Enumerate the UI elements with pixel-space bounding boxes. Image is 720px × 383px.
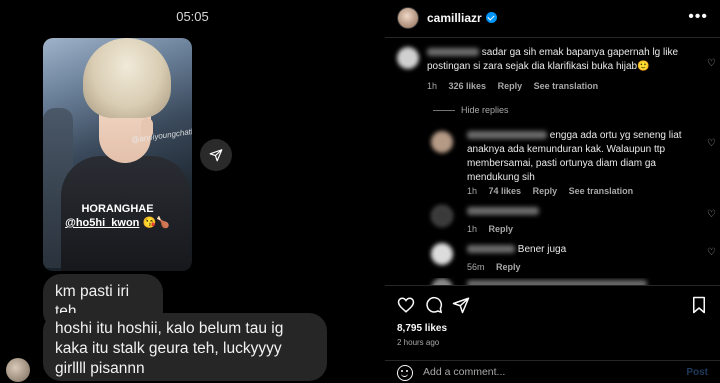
like-comment-heart-icon[interactable]: ♡ [707,209,716,220]
post-comment-button[interactable]: Post [686,367,708,378]
bookmark-icon[interactable] [690,296,708,314]
blurred-username[interactable] [467,131,547,140]
comment-item: sadar ga sih emak bapanya gapernah lg li… [385,44,720,96]
comment-meta: 1h 326 likes Reply See translation [427,81,607,91]
comment-meta: 56m Reply [467,262,530,272]
see-translation-button[interactable]: See translation [569,186,634,196]
add-comment-bar: Post [385,360,720,383]
comment-time: 56m [467,262,485,272]
comment-text [467,205,697,219]
commenter-avatar[interactable] [431,205,453,227]
comment-time: 1h [427,81,438,91]
post-username[interactable]: camilliazr [427,11,497,25]
send-icon [209,149,223,162]
hide-replies-button[interactable]: Hide replies [433,105,509,115]
comment-meta: 1h Reply [467,224,522,234]
avatar[interactable] [397,7,419,29]
comment-text: engga ada ortu yg seneng liat anaknya ad… [467,129,697,185]
reply-button[interactable]: Reply [533,186,558,196]
like-comment-heart-icon[interactable]: ♡ [707,247,716,258]
story-caption-emoji: 😘🍗 [142,217,170,229]
comment-body: Bener juga [517,244,567,255]
chat-panel: 05:05 @anniyoungchatlo HORANGHAE @ho5hi_… [0,0,385,383]
commenter-avatar[interactable] [431,243,453,265]
comment-item: engga ada ortu yg seneng liat anaknya ad… [385,128,720,200]
like-comment-heart-icon[interactable]: ♡ [707,138,716,149]
comment-meta: 1h 74 likes Reply See translation [467,186,642,196]
heart-icon[interactable] [397,296,415,314]
comment-likes[interactable]: 326 likes [449,81,487,91]
add-comment-input[interactable] [423,366,663,378]
reply-button[interactable]: Reply [489,224,514,234]
blurred-username[interactable] [427,48,479,57]
commenter-avatar[interactable] [397,47,419,69]
post-action-bar [385,285,720,325]
reply-button[interactable]: Reply [498,81,523,91]
share-button[interactable] [200,139,232,171]
story-person-hair [83,38,171,118]
instagram-post-panel: camilliazr ••• sadar ga sih emak bapanya… [385,0,720,383]
story-caption-title: HORANGHAE [81,203,154,215]
likes-count[interactable]: 8,795 likes [397,323,447,334]
story-caption-handle[interactable]: @ho5hi_kwon [65,217,139,229]
comment-likes[interactable]: 74 likes [489,186,522,196]
comment-time: 1h [467,224,478,234]
comment-text: Bener juga [467,243,697,257]
more-options-icon[interactable]: ••• [688,8,708,26]
post-timestamp: 2 hours ago [397,338,440,347]
story-caption-handle-line: @ho5hi_kwon 😘🍗 [43,216,192,229]
username-text[interactable]: camilliazr [427,11,482,25]
shared-story-card[interactable]: @anniyoungchatlo HORANGHAE @ho5hi_kwon 😘… [43,38,192,271]
comment-icon[interactable] [425,296,443,314]
see-translation-button[interactable]: See translation [534,81,599,91]
like-comment-heart-icon[interactable]: ♡ [707,58,716,69]
comment-time: 1h [467,186,478,196]
comment-item: 1h Reply ♡ [385,203,720,237]
send-icon[interactable] [452,296,470,314]
status-time: 05:05 [176,9,209,24]
emoji-icon[interactable] [397,365,413,381]
comment-item: Bener juga 56m Reply ♡ [385,241,720,275]
commenter-avatar[interactable] [431,131,453,153]
message-bubble: hoshi itu hoshii, kalo belum tau ig kaka… [43,313,327,381]
sender-avatar[interactable] [6,358,30,382]
blurred-username[interactable] [467,245,515,254]
blurred-username[interactable] [467,207,539,216]
reply-button[interactable]: Reply [496,262,521,272]
post-header: camilliazr ••• [385,0,720,38]
verified-badge-icon [485,12,497,23]
comment-text: sadar ga sih emak bapanya gapernah lg li… [427,46,697,74]
